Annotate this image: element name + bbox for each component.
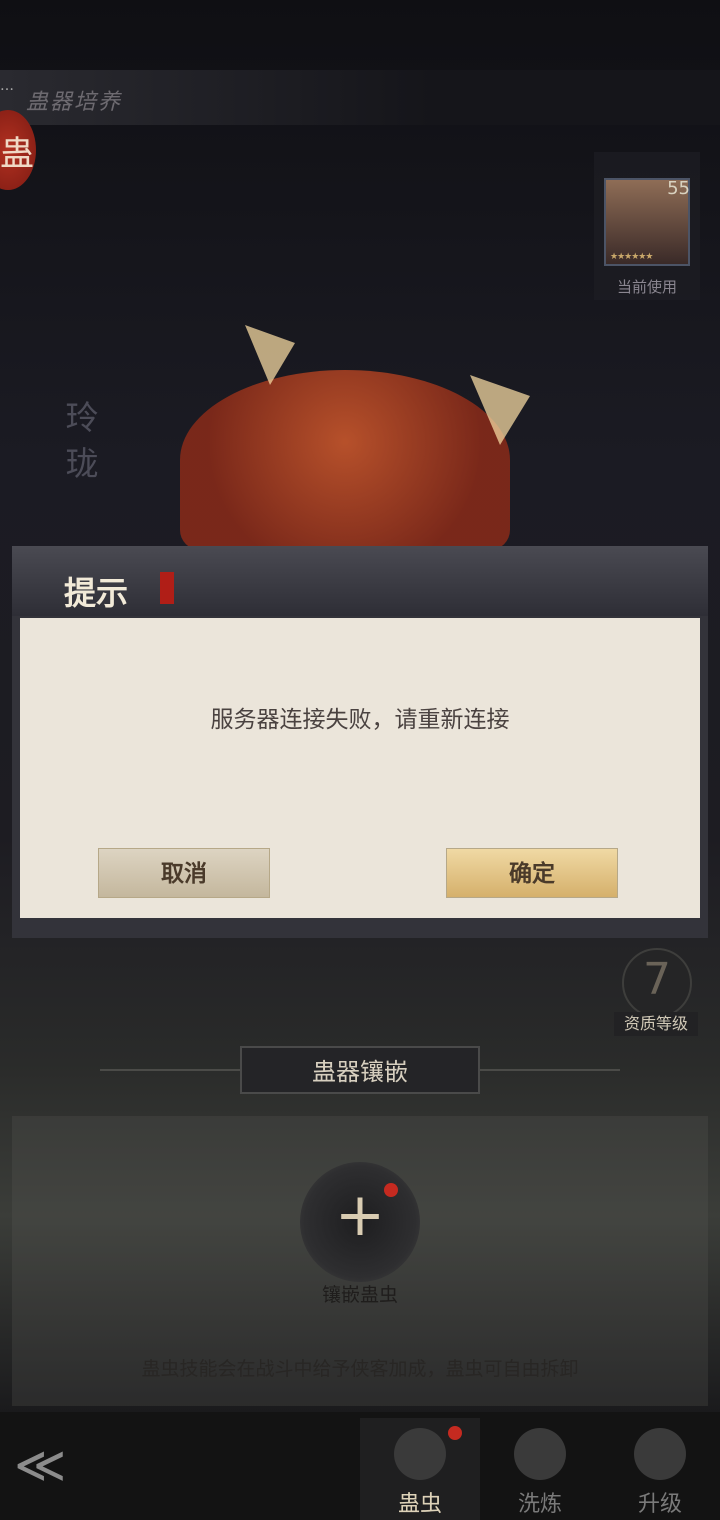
- dialog-message: 服务器连接失败，请重新连接: [210, 707, 510, 733]
- seal-char: 蛊: [0, 134, 34, 174]
- section-title: 蛊器镶嵌: [240, 1046, 480, 1094]
- add-insect-label: 镶嵌蛊虫: [321, 1284, 398, 1306]
- character-stars: ★★★★★★: [610, 252, 653, 262]
- tab-label: 蛊虫: [397, 1492, 442, 1517]
- plus-icon: +: [334, 1180, 386, 1250]
- tab-label: 洗炼: [517, 1492, 562, 1517]
- tab-upgrade[interactable]: 升级: [600, 1418, 720, 1520]
- divider: [480, 1069, 620, 1071]
- add-insect-button[interactable]: +: [300, 1162, 420, 1282]
- current-character-card[interactable]: 55 ★★★★★★ 当前使用: [594, 152, 700, 300]
- tab-refine[interactable]: 洗炼: [480, 1418, 600, 1520]
- more-icon[interactable]: …: [0, 78, 14, 94]
- quality-grade-badge: 7: [622, 948, 692, 1018]
- current-use-label: 当前使用: [616, 278, 677, 296]
- inlay-note: 蛊虫技能会在战斗中给予侠客加成，蛊虫可自由拆卸: [141, 1358, 579, 1380]
- tab-insect[interactable]: 蛊虫: [360, 1418, 480, 1520]
- upgrade-icon: [634, 1428, 686, 1480]
- bug-icon: [394, 1428, 446, 1480]
- tab-label: 升级: [637, 1492, 682, 1517]
- dialog-header: 提示: [12, 546, 708, 616]
- item-name: 玲珑: [65, 398, 99, 483]
- character-level: 55: [667, 178, 690, 199]
- page-title: 蛊器培养: [26, 90, 123, 115]
- refine-icon: [514, 1428, 566, 1480]
- alert-dialog: 提示 服务器连接失败，请重新连接 取消 确定: [12, 546, 708, 938]
- notification-dot: [448, 1426, 462, 1440]
- divider: [100, 1069, 240, 1071]
- dialog-title: 提示: [64, 574, 129, 612]
- dialog-body: 服务器连接失败，请重新连接 取消 确定: [20, 618, 700, 918]
- artifact-image: [180, 370, 510, 550]
- quality-grade-value: 7: [643, 954, 671, 1005]
- notification-dot: [384, 1183, 398, 1197]
- stamp-icon: [160, 572, 174, 604]
- cancel-button[interactable]: 取消: [98, 848, 270, 898]
- confirm-button[interactable]: 确定: [446, 848, 618, 898]
- quality-grade-label: 资质等级: [614, 1012, 698, 1036]
- back-arrow-icon[interactable]: ≪: [14, 1436, 100, 1498]
